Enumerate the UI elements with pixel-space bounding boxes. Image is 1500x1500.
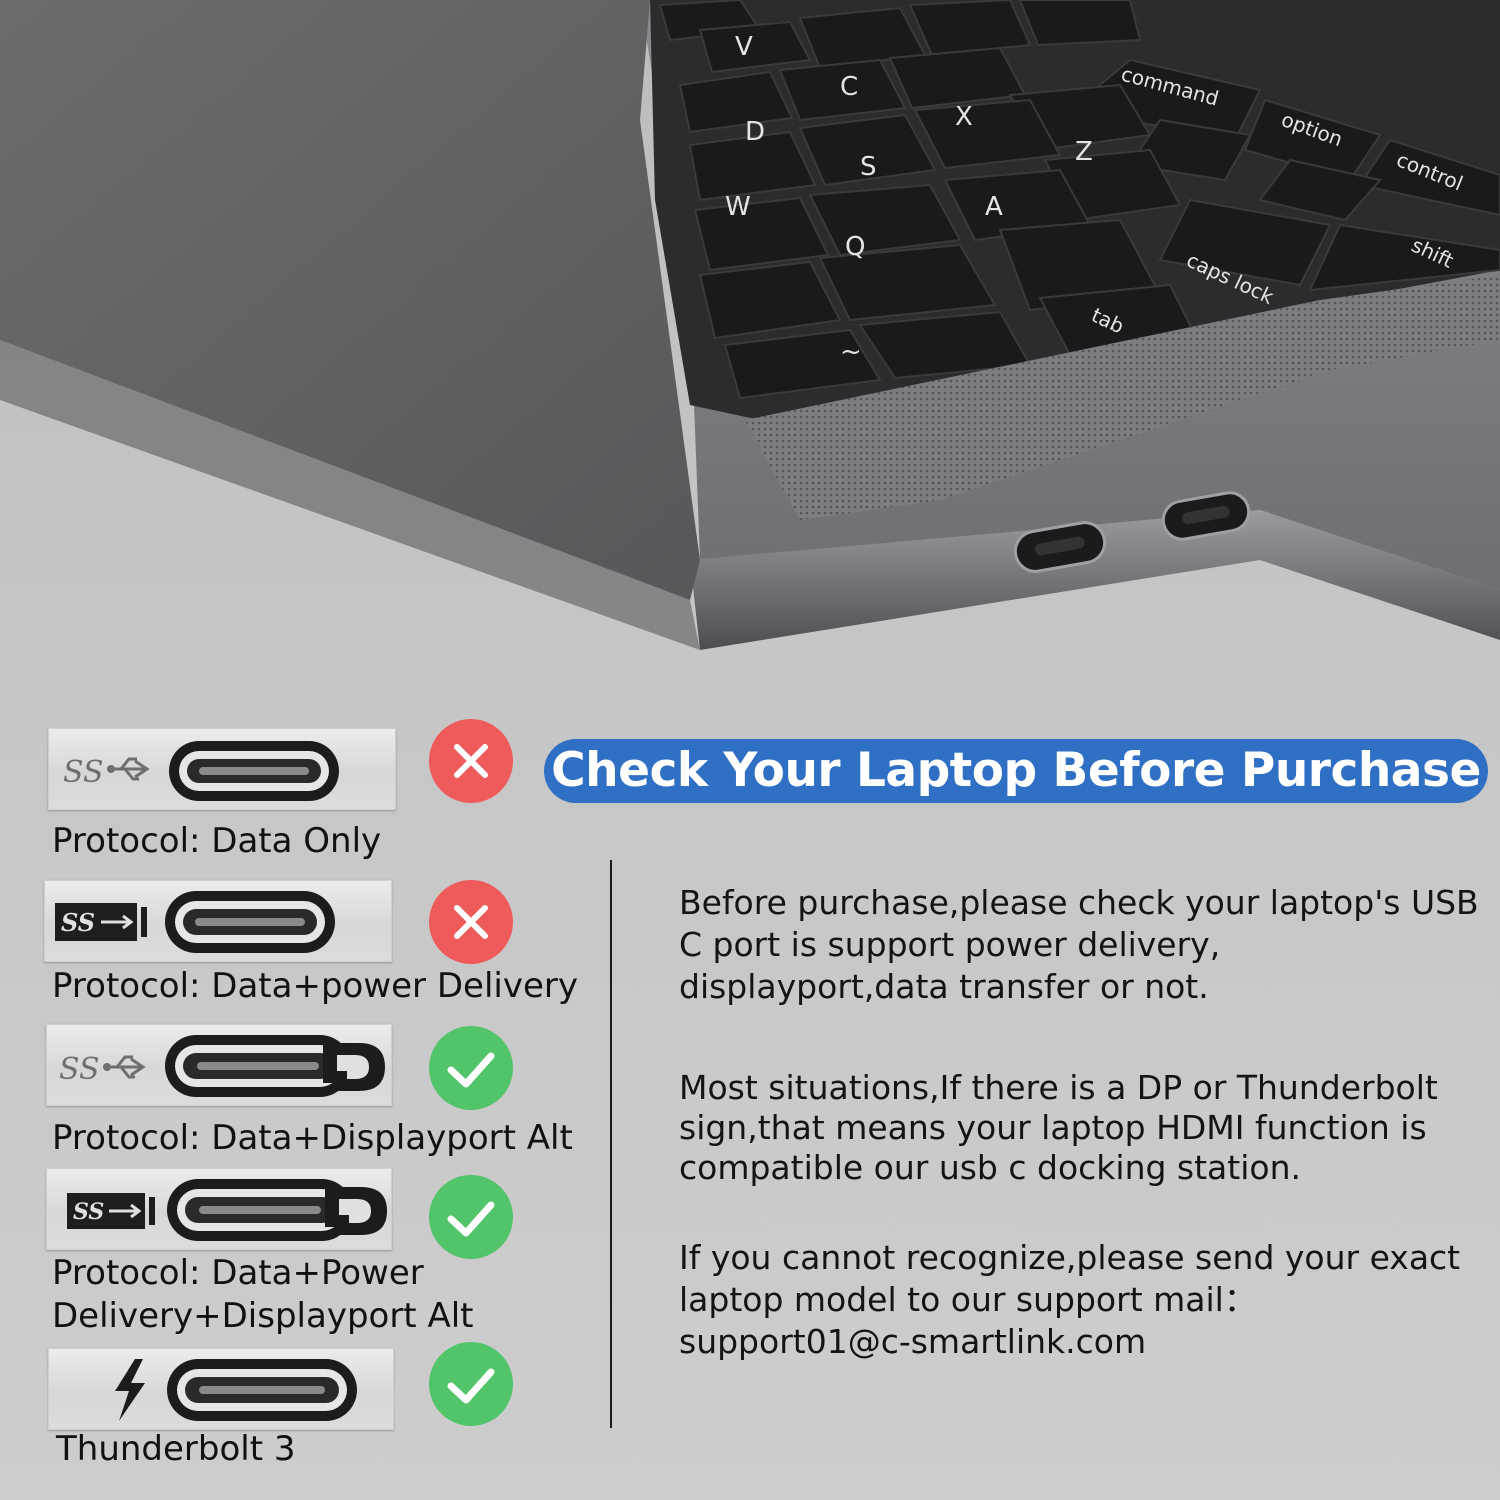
svg-text:~: ~	[840, 337, 862, 367]
svg-text:Z: Z	[1075, 137, 1093, 167]
svg-text:SS: SS	[73, 1199, 104, 1225]
check-icon	[447, 1368, 495, 1404]
check-icon	[447, 1201, 495, 1237]
protocol-label-data-power-displayport-line1: Protocol: Data+Power	[52, 1253, 424, 1293]
svg-text:SS: SS	[61, 908, 95, 937]
port-tile-thunderbolt	[48, 1348, 394, 1430]
protocol-label-data-displayport: Protocol: Data+Displayport Alt	[52, 1118, 573, 1158]
svg-text:V: V	[735, 32, 753, 62]
svg-text:X: X	[955, 102, 973, 132]
ss-usb-displayport-icon: SS	[59, 1035, 385, 1097]
ss-usb-power-icon: SS	[55, 891, 335, 953]
info-paragraph-1: Before purchase,please check your laptop…	[679, 883, 1479, 1006]
protocol-label-data-power-displayport-line2: Delivery+Displayport Alt	[52, 1296, 474, 1336]
supported-badge-3	[429, 1342, 513, 1426]
port-tile-data-displayport: SS	[46, 1024, 392, 1106]
svg-text:S: S	[860, 152, 877, 182]
port-tile-data-only: SS	[48, 728, 396, 810]
info-paragraph-3: If you cannot recognize,please send your…	[679, 1237, 1479, 1363]
protocol-label-thunderbolt: Thunderbolt 3	[56, 1429, 296, 1469]
svg-text:W: W	[725, 192, 751, 222]
supported-badge-2	[429, 1175, 513, 1259]
unsupported-badge-1	[429, 719, 513, 803]
unsupported-badge-2	[429, 880, 513, 964]
port-tile-data-power-displayport: SS	[46, 1168, 392, 1250]
vertical-divider	[610, 860, 612, 1428]
close-icon	[454, 905, 488, 939]
protocol-label-data-power: Protocol: Data+power Delivery	[52, 966, 578, 1006]
svg-text:C: C	[840, 72, 858, 102]
laptop-illustration: command option control shift caps lock t…	[0, 0, 1500, 650]
svg-text:A: A	[985, 192, 1003, 222]
port-tile-data-power: SS	[44, 880, 392, 962]
info-paragraph-2: Most situations,If there is a DP or Thun…	[679, 1068, 1438, 1187]
check-icon	[447, 1052, 495, 1088]
ss-usb-icon: SS	[63, 741, 339, 801]
svg-text:SS: SS	[63, 755, 104, 790]
supported-badge-1	[429, 1026, 513, 1110]
close-icon	[454, 744, 488, 778]
info-paragraph-3-text: If you cannot recognize,please send your…	[679, 1238, 1461, 1319]
ss-usb-power-displayport-icon: SS	[67, 1179, 387, 1241]
protocol-label-data-only: Protocol: Data Only	[52, 821, 382, 861]
svg-text:SS: SS	[59, 1052, 100, 1087]
support-email[interactable]: support01@c-smartlink.com	[679, 1322, 1146, 1361]
svg-text:D: D	[745, 117, 765, 147]
thunderbolt-icon	[115, 1359, 357, 1421]
banner-title: Check Your Laptop Before Purchase	[544, 739, 1488, 803]
svg-text:Q: Q	[845, 232, 865, 262]
